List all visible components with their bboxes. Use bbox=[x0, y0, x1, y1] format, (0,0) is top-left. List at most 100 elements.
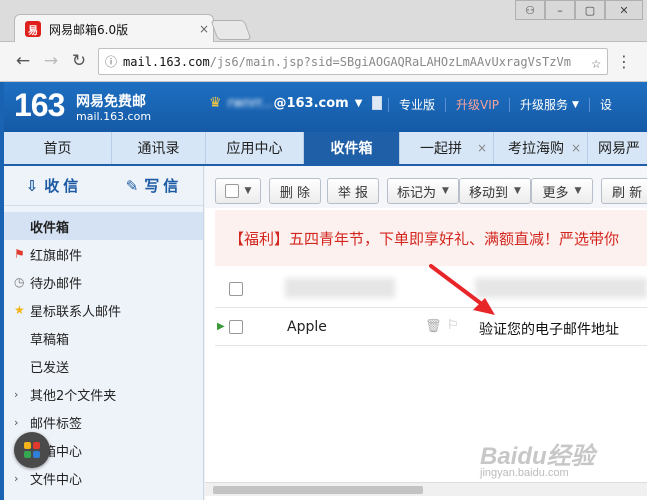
tab-app-center[interactable]: 应用中心 bbox=[206, 132, 304, 164]
settings-link[interactable]: 设 bbox=[600, 96, 612, 113]
tab-label: 应用中心 bbox=[226, 141, 283, 157]
row-checkbox[interactable] bbox=[229, 282, 243, 296]
unread-marker-icon: ▶ bbox=[217, 321, 225, 332]
sidebar-item-todo[interactable]: ◷ 待办邮件 bbox=[4, 268, 203, 296]
crown-icon: ♛ bbox=[209, 95, 222, 111]
mail-subject[interactable]: 验证您的电子邮件地址 bbox=[479, 319, 619, 339]
sidebar-item-sent[interactable]: 已发送 bbox=[4, 352, 203, 380]
logo-163[interactable]: 163 bbox=[14, 87, 65, 124]
tab-yiqipin[interactable]: 一起拼 × bbox=[400, 132, 494, 164]
new-tab-button[interactable] bbox=[210, 20, 252, 40]
annotation-arrow bbox=[429, 264, 495, 315]
chevron-down-icon: ▼ bbox=[572, 99, 579, 110]
sidebar-item-inbox[interactable]: 收件箱 bbox=[4, 212, 203, 240]
more-dropdown[interactable]: 更多 ▼ bbox=[531, 178, 593, 204]
receive-button[interactable]: ⇩ 收信 bbox=[4, 166, 104, 205]
inbox-download-icon: ⇩ bbox=[25, 176, 39, 195]
tab-label: 收件箱 bbox=[330, 141, 373, 157]
compose-row: ⇩ 收信 ✎ 写信 bbox=[4, 166, 203, 206]
sidebar-item-other-folders[interactable]: › 其他2个文件夹 bbox=[4, 380, 203, 408]
divider bbox=[588, 97, 590, 112]
browser-tab-strip: 易 网易邮箱6.0版 × ⚇ – ▢ ✕ bbox=[0, 0, 647, 43]
account-domain: @163.com bbox=[273, 95, 349, 111]
mail-header: 163 网易免费邮 mail.163.com ♛ rwnrr... @163.co… bbox=[4, 82, 647, 132]
tab-label: 考拉海购 bbox=[508, 141, 564, 157]
move-to-label: 移动到 bbox=[469, 185, 509, 201]
url-input[interactable]: ⓘ mail.163.com/js6/main.jsp?sid=SBgiAOGA… bbox=[98, 48, 608, 75]
window-close-icon[interactable]: ✕ bbox=[605, 0, 643, 20]
more-label: 更多 bbox=[542, 185, 569, 201]
watermark-text: Baidu经验 bbox=[480, 443, 595, 470]
sidebar-item-label: 红旗邮件 bbox=[30, 248, 83, 264]
upgrade-vip-link[interactable]: 升级VIP bbox=[456, 96, 499, 113]
compose-label: 写信 bbox=[144, 177, 183, 195]
account-menu[interactable]: ♛ rwnrr... @163.com ▼ bbox=[209, 95, 383, 111]
row-checkbox[interactable] bbox=[229, 320, 243, 334]
maximize-icon[interactable]: ▢ bbox=[575, 0, 605, 20]
promo-banner[interactable]: 【福利】五四青年节，下单即享好礼、满额直减！严选带你 bbox=[215, 210, 647, 266]
logo-domain: mail.163.com bbox=[76, 110, 152, 123]
account-name: rwnrr... bbox=[227, 95, 274, 111]
sidebar-item-label: 邮件标签 bbox=[30, 416, 83, 432]
chevron-down-icon: ▼ bbox=[442, 186, 449, 196]
sidebar-item-label: 收件箱 bbox=[30, 220, 70, 236]
tab-close-icon[interactable]: × bbox=[477, 141, 487, 155]
upgrade-service-link[interactable]: 升级服务 bbox=[520, 96, 568, 113]
chevron-right-icon[interactable]: › bbox=[14, 388, 18, 401]
sidebar-item-file-center[interactable]: › 文件中心 bbox=[4, 464, 203, 492]
mark-as-dropdown[interactable]: 标记为 ▼ bbox=[387, 178, 459, 204]
sidebar-item-label: 其他2个文件夹 bbox=[30, 388, 117, 404]
star-icon: ★ bbox=[14, 303, 25, 317]
tab-close-icon[interactable]: × bbox=[571, 141, 581, 155]
select-all-checkbox[interactable] bbox=[224, 184, 239, 198]
url-domain: mail.163.com bbox=[123, 54, 210, 69]
select-all-dropdown[interactable]: ▼ bbox=[215, 178, 261, 204]
tab-yanxuan[interactable]: 网易严 bbox=[588, 132, 647, 164]
page-info-icon[interactable]: ⓘ bbox=[105, 53, 117, 70]
chevron-right-icon[interactable]: › bbox=[14, 416, 18, 429]
report-button[interactable]: 举 报 bbox=[327, 178, 379, 204]
mail-sender: Apple bbox=[287, 319, 327, 335]
sidebar-item-label: 文件中心 bbox=[30, 472, 83, 488]
tab-contacts[interactable]: 通讯录 bbox=[112, 132, 206, 164]
chevron-down-icon: ▼ bbox=[574, 186, 582, 196]
tab-close-icon[interactable]: × bbox=[195, 22, 213, 36]
tab-kaola[interactable]: 考拉海购 × bbox=[494, 132, 588, 164]
bookmark-star-icon[interactable]: ☆ bbox=[587, 53, 601, 72]
address-bar-row: ← → ↻ ⓘ mail.163.com/js6/main.jsp?sid=SB… bbox=[0, 42, 647, 82]
back-arrow-icon[interactable]: ← bbox=[12, 50, 34, 72]
sidebar-item-flagged[interactable]: ⚑ 红旗邮件 bbox=[4, 240, 203, 268]
receive-label: 收信 bbox=[44, 177, 83, 195]
tab-label: 通讯录 bbox=[137, 141, 180, 157]
pro-version-link[interactable]: 专业版 bbox=[399, 96, 435, 113]
browser-tab[interactable]: 易 网易邮箱6.0版 × bbox=[14, 14, 214, 43]
horizontal-scrollbar[interactable] bbox=[205, 482, 647, 496]
forward-arrow-icon[interactable]: → bbox=[40, 50, 62, 72]
sidebar-item-starred-contacts[interactable]: ★ 星标联系人邮件 bbox=[4, 296, 203, 324]
netease-favicon-icon: 易 bbox=[25, 21, 41, 37]
sidebar-item-label: 待办邮件 bbox=[30, 276, 83, 292]
chevron-down-icon: ▼ bbox=[354, 97, 363, 109]
tab-inbox[interactable]: 收件箱 bbox=[304, 132, 400, 164]
compose-button[interactable]: ✎ 写信 bbox=[104, 166, 203, 205]
tab-home[interactable]: 首页 bbox=[4, 132, 112, 164]
reload-icon[interactable]: ↻ bbox=[68, 50, 90, 72]
browser-tab-title: 网易邮箱6.0版 bbox=[49, 22, 129, 37]
promo-text: 【福利】五四青年节，下单即享好礼、满额直减！严选带你 bbox=[229, 229, 620, 248]
clock-icon: ◷ bbox=[14, 275, 25, 289]
sidebar-item-drafts[interactable]: 草稿箱 bbox=[4, 324, 203, 352]
chevron-right-icon[interactable]: › bbox=[14, 472, 18, 485]
mail-toolbar: ▼ 删 除 举 报 标记为 ▼ 移动到 ▼ 更多 ▼ 刷 新 bbox=[205, 166, 647, 208]
logo-title: 网易免费邮 bbox=[76, 94, 146, 110]
move-to-dropdown[interactable]: 移动到 ▼ bbox=[459, 178, 531, 204]
sidebar-item-label: 星标联系人邮件 bbox=[30, 304, 122, 320]
browser-menu-icon[interactable]: ⋮ bbox=[616, 52, 632, 71]
red-flag-icon: ⚑ bbox=[14, 247, 25, 261]
scrollbar-thumb[interactable] bbox=[213, 486, 423, 494]
divider bbox=[509, 97, 511, 112]
app-grid-button[interactable] bbox=[14, 432, 50, 468]
refresh-button[interactable]: 刷 新 bbox=[601, 178, 647, 204]
delete-button[interactable]: 删 除 bbox=[269, 178, 321, 204]
minimize-icon[interactable]: – bbox=[545, 0, 575, 20]
user-icon[interactable]: ⚇ bbox=[515, 0, 545, 20]
